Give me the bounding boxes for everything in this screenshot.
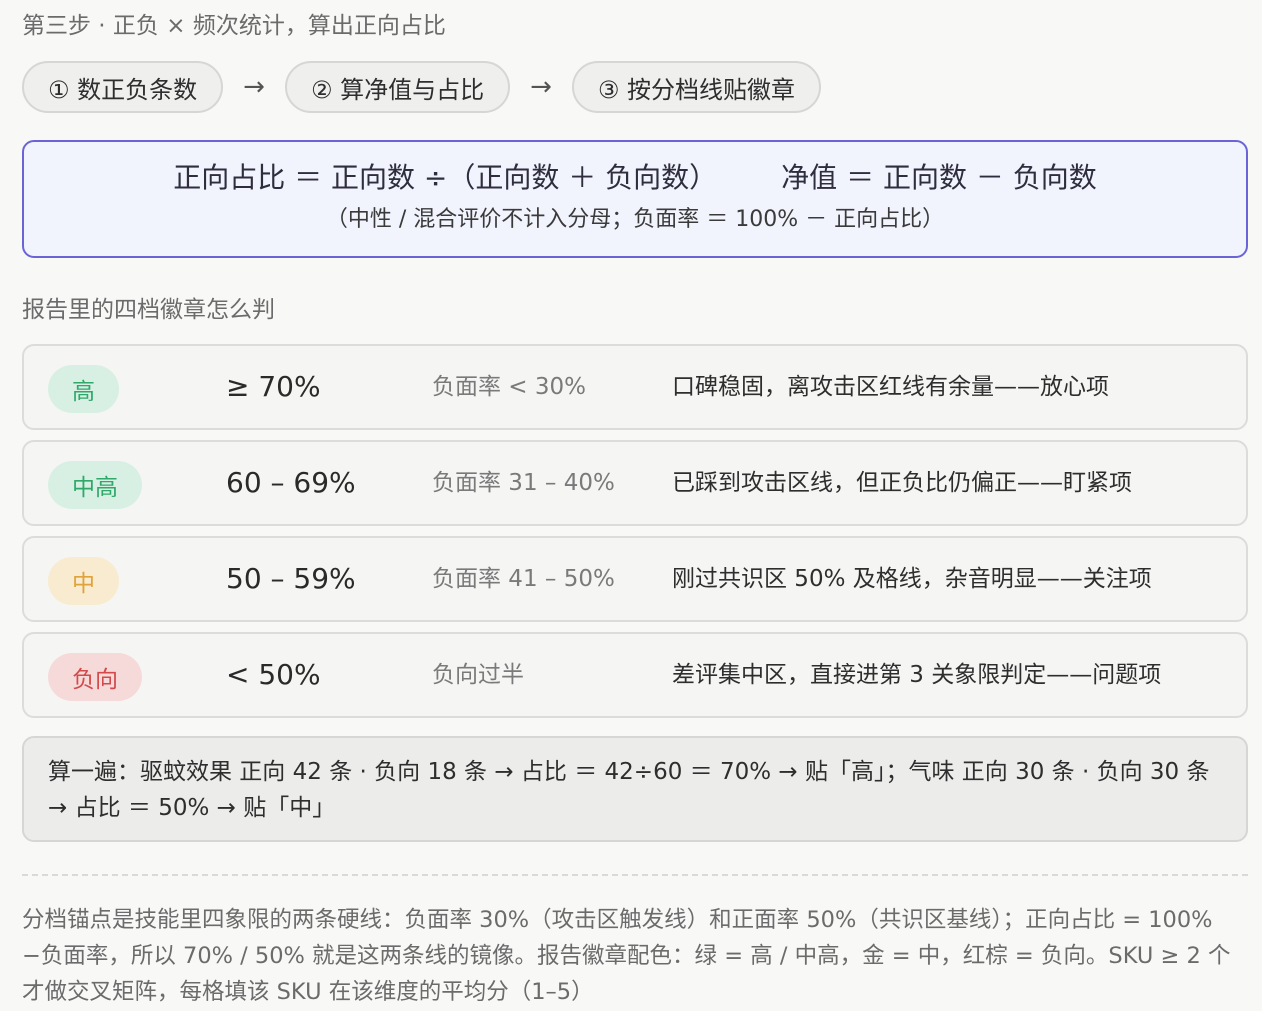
formula-box: 正向占比 ＝ 正向数 ÷（正向数 ＋ 负向数） 净值 ＝ 正向数 － 负向数 （中… — [22, 140, 1248, 258]
formula-ratio: 正向占比 ＝ 正向数 ÷（正向数 ＋ 负向数） — [173, 161, 718, 194]
badge-mid: 中 — [48, 557, 119, 605]
worked-example: 算一遍：驱蚊效果 正向 42 条 · 负向 18 条 → 占比 ＝ 42÷60 … — [22, 736, 1248, 842]
footnote: 分档锚点是技能里四象限的两条硬线：负面率 30%（攻击区触发线）和正面率 50%… — [22, 907, 1231, 1005]
badge-mid-high: 中高 — [48, 461, 142, 509]
tier-description: 已踩到攻击区线，但正负比仍偏正——盯紧项 — [672, 470, 1132, 496]
tier-description: 口碑稳固，离攻击区红线有余量——放心项 — [672, 374, 1109, 400]
badge-negative: 负向 — [48, 653, 142, 701]
arrow-right-icon: → — [243, 72, 265, 102]
tier-negative-rate: 负面率 31 – 40% — [432, 470, 615, 496]
formula-main: 正向占比 ＝ 正向数 ÷（正向数 ＋ 负向数） 净值 ＝ 正向数 － 负向数 — [24, 158, 1246, 198]
step-title: 第三步 · 正负 × 频次统计，算出正向占比 — [22, 13, 446, 39]
tier-row-mid-high: 中高 60 – 69% 负面率 31 – 40% 已踩到攻击区线，但正负比仍偏正… — [22, 440, 1248, 526]
divider — [22, 874, 1248, 876]
arrow-right-icon: → — [530, 72, 552, 102]
tier-row-high: 高 ≥ 70% 负面率 < 30% 口碑稳固，离攻击区红线有余量——放心项 — [22, 344, 1248, 430]
tier-negative-rate: 负向过半 — [432, 662, 524, 688]
tier-range: 50 – 59% — [226, 562, 356, 595]
tier-range: ≥ 70% — [226, 370, 321, 403]
tier-range: 60 – 69% — [226, 466, 356, 499]
step-pill-count[interactable]: ① 数正负条数 — [22, 61, 224, 113]
formula-note: （中性 / 混合评价不计入分母；负面率 ＝ 100% － 正向占比） — [325, 207, 945, 232]
tier-negative-rate: 负面率 < 30% — [432, 374, 587, 400]
tier-description: 差评集中区，直接进第 3 关象限判定——问题项 — [672, 662, 1162, 688]
tier-negative-rate: 负面率 41 – 50% — [432, 566, 615, 592]
tier-range: < 50% — [226, 658, 321, 691]
tier-row-mid: 中 50 – 59% 负面率 41 – 50% 刚过共识区 50% 及格线，杂音… — [22, 536, 1248, 622]
badge-high: 高 — [48, 365, 119, 413]
formula-net: 净值 ＝ 正向数 － 负向数 — [781, 161, 1097, 194]
tier-description: 刚过共识区 50% 及格线，杂音明显——关注项 — [672, 566, 1152, 592]
step-pill-ratio[interactable]: ② 算净值与占比 — [284, 61, 511, 113]
tier-row-negative: 负向 < 50% 负向过半 差评集中区，直接进第 3 关象限判定——问题项 — [22, 632, 1248, 718]
section-title: 报告里的四档徽章怎么判 — [22, 297, 275, 323]
step-pill-badge[interactable]: ③ 按分档线贴徽章 — [571, 61, 822, 113]
step-pills: ① 数正负条数 → ② 算净值与占比 → ③ 按分档线贴徽章 — [22, 60, 822, 114]
